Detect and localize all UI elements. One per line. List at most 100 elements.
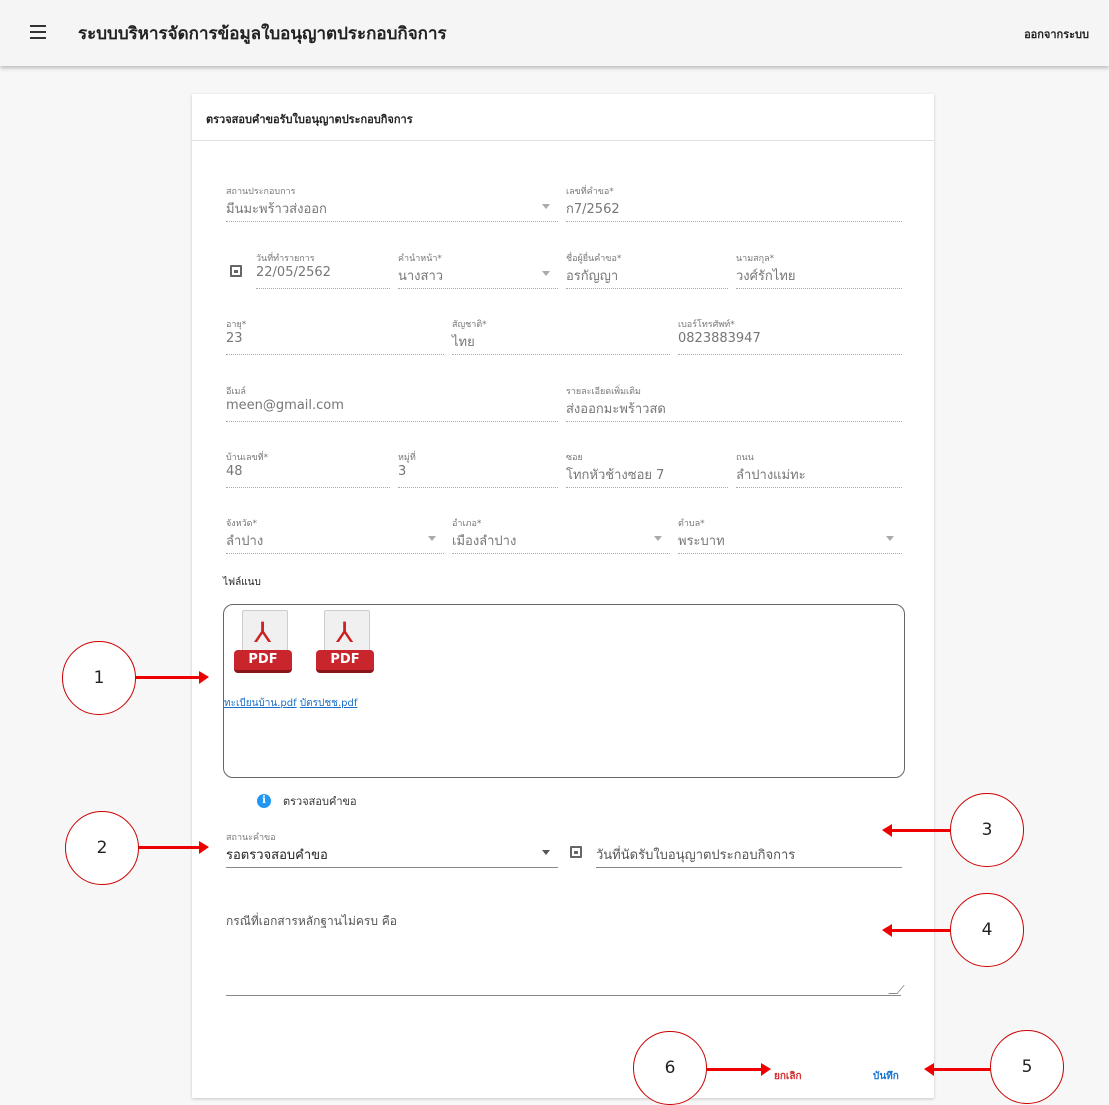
request-no-field[interactable]: เลขที่คำขอ* ก7/2562 bbox=[566, 184, 902, 224]
house-no-label: บ้านเลขที่* bbox=[226, 453, 269, 463]
card-title: ตรวจสอบคำขอรับใบอนุญาตประกอบกิจการ bbox=[206, 113, 413, 126]
appointment-date-field[interactable]: วันที่นัดรับใบอนุญาตประกอบกิจการ bbox=[596, 830, 902, 870]
calendar-icon[interactable] bbox=[570, 846, 582, 858]
calendar-icon[interactable] bbox=[230, 265, 242, 277]
status-select[interactable]: สถานะคำขอ รอตรวจสอบคำขอ bbox=[226, 830, 558, 870]
district-value: เมืองลำปาง bbox=[452, 534, 517, 549]
cancel-button[interactable]: ยกเลิก bbox=[774, 1069, 802, 1084]
email-label: อีเมล์ bbox=[226, 387, 246, 397]
prefix-value: นางสาว bbox=[398, 269, 444, 284]
app-title: ระบบบริหารจัดการข้อมูลใบอนุญาตประกอบกิจก… bbox=[78, 24, 447, 44]
nationality-value: ไทย bbox=[452, 335, 475, 350]
age-value: 23 bbox=[226, 331, 243, 346]
review-heading: i ตรวจสอบคำขอ bbox=[257, 792, 357, 810]
status-label: สถานะคำขอ bbox=[226, 833, 276, 843]
business-value: มีนมะพร้าวส่งออก bbox=[226, 202, 327, 217]
arrow-left-icon bbox=[924, 1063, 990, 1076]
save-button[interactable]: บันทึก bbox=[873, 1069, 899, 1084]
pdf-file-icon[interactable]: ⅄ PDF bbox=[316, 610, 378, 673]
request-no-label: เลขที่คำขอ* bbox=[566, 187, 614, 197]
subdistrict-value: พระบาท bbox=[678, 534, 725, 549]
attachments-label: ไฟล์แนบ bbox=[223, 577, 261, 588]
callout-6: 6 bbox=[633, 1031, 707, 1105]
chevron-down-icon bbox=[542, 204, 550, 209]
business-select[interactable]: สถานประกอบการ มีนมะพร้าวส่งออก bbox=[226, 184, 558, 224]
arrow-right-icon bbox=[707, 1063, 771, 1076]
last-name-field[interactable]: นามสกุล* วงศ์รักไทย bbox=[736, 251, 902, 291]
callout-4: 4 bbox=[950, 893, 1024, 967]
arrow-right-icon bbox=[136, 671, 209, 684]
last-name-value: วงศ์รักไทย bbox=[736, 269, 796, 284]
details-value: ส่งออกมะพร้าวสด bbox=[566, 402, 666, 417]
subdistrict-select[interactable]: ตำบล* พระบาท bbox=[678, 516, 902, 556]
details-field[interactable]: รายละเอียดเพิ่มเติม ส่งออกมะพร้าวสด bbox=[566, 384, 902, 424]
road-value: ลำปางแม่ทะ bbox=[736, 468, 806, 483]
province-value: ลำปาง bbox=[226, 534, 264, 549]
arrow-left-icon bbox=[882, 824, 950, 837]
chevron-down-icon bbox=[542, 271, 550, 276]
chevron-down-icon bbox=[428, 536, 436, 541]
review-heading-text: ตรวจสอบคำขอ bbox=[283, 795, 357, 808]
phone-field[interactable]: เบอร์โทรศัพท์* 0823883947 bbox=[678, 317, 902, 357]
soi-value: โทกหัวช้างซอย 7 bbox=[566, 468, 665, 483]
subdistrict-label: ตำบล* bbox=[678, 519, 705, 529]
district-label: อำเภอ* bbox=[452, 519, 482, 529]
callout-2: 2 bbox=[65, 811, 139, 885]
request-no-value: ก7/2562 bbox=[566, 202, 620, 217]
age-field[interactable]: อายุ* 23 bbox=[226, 317, 444, 357]
date-label: วันที่ทำรายการ bbox=[256, 254, 315, 264]
callout-1: 1 bbox=[62, 641, 136, 715]
details-label: รายละเอียดเพิ่มเติม bbox=[566, 387, 641, 397]
age-label: อายุ* bbox=[226, 320, 247, 330]
province-select[interactable]: จังหวัด* ลำปาง bbox=[226, 516, 444, 556]
business-label: สถานประกอบการ bbox=[226, 187, 296, 197]
phone-label: เบอร์โทรศัพท์* bbox=[678, 320, 735, 330]
soi-field[interactable]: ซอย โทกหัวช้างซอย 7 bbox=[566, 450, 728, 490]
incomplete-documents-textarea[interactable]: กรณีที่เอกสารหลักฐานไม่ครบ คือ bbox=[226, 904, 905, 996]
textarea-placeholder: กรณีที่เอกสารหลักฐานไม่ครบ คือ bbox=[226, 914, 398, 928]
date-field[interactable]: วันที่ทำรายการ 22/05/2562 bbox=[256, 251, 390, 291]
file-links: ทะเบียนบ้าน.pdf บัตรปชช.pdf bbox=[224, 696, 357, 711]
email-value: meen@gmail.com bbox=[226, 398, 344, 413]
hamburger-menu-icon[interactable] bbox=[30, 25, 46, 39]
road-field[interactable]: ถนน ลำปางแม่ทะ bbox=[736, 450, 902, 490]
pdf-file-icon[interactable]: ⅄ PDF bbox=[234, 610, 296, 673]
prefix-label: คำนำหน้า* bbox=[398, 254, 442, 264]
moo-field[interactable]: หมู่ที่ 3 bbox=[398, 450, 558, 490]
date-value: 22/05/2562 bbox=[256, 265, 331, 280]
email-field[interactable]: อีเมล์ meen@gmail.com bbox=[226, 384, 558, 424]
chevron-down-icon bbox=[654, 536, 662, 541]
file-link-id-card[interactable]: บัตรปชช.pdf bbox=[300, 698, 358, 709]
callout-3: 3 bbox=[950, 793, 1024, 867]
first-name-label: ชื่อผู้ยื่นคำขอ* bbox=[566, 254, 622, 264]
first-name-value: อรกัญญา bbox=[566, 269, 619, 284]
logout-button[interactable]: ออกจากระบบ bbox=[1024, 25, 1089, 43]
arrow-left-icon bbox=[882, 924, 950, 937]
request-review-card: ตรวจสอบคำขอรับใบอนุญาตประกอบกิจการ สถานป… bbox=[192, 94, 934, 1098]
file-link-house-registration[interactable]: ทะเบียนบ้าน.pdf bbox=[224, 698, 297, 709]
arrow-right-icon bbox=[139, 841, 209, 854]
status-value: รอตรวจสอบคำขอ bbox=[226, 848, 328, 863]
divider bbox=[192, 140, 934, 141]
prefix-select[interactable]: คำนำหน้า* นางสาว bbox=[398, 251, 558, 291]
appointment-placeholder: วันที่นัดรับใบอนุญาตประกอบกิจการ bbox=[596, 848, 796, 863]
app-bar: ระบบบริหารจัดการข้อมูลใบอนุญาตประกอบกิจก… bbox=[0, 0, 1109, 66]
district-select[interactable]: อำเภอ* เมืองลำปาง bbox=[452, 516, 670, 556]
province-label: จังหวัด* bbox=[226, 519, 257, 529]
moo-value: 3 bbox=[398, 464, 407, 479]
callout-5: 5 bbox=[990, 1030, 1064, 1104]
last-name-label: นามสกุล* bbox=[736, 254, 775, 264]
house-no-value: 48 bbox=[226, 464, 243, 479]
first-name-field[interactable]: ชื่อผู้ยื่นคำขอ* อรกัญญา bbox=[566, 251, 728, 291]
moo-label: หมู่ที่ bbox=[398, 453, 416, 463]
info-icon: i bbox=[257, 794, 271, 808]
house-no-field[interactable]: บ้านเลขที่* 48 bbox=[226, 450, 390, 490]
chevron-down-icon bbox=[542, 850, 550, 855]
attachments-box: ⅄ PDF ⅄ PDF ทะเบียนบ้าน.pdf บัตรปชช.pdf bbox=[223, 604, 905, 778]
phone-value: 0823883947 bbox=[678, 331, 761, 346]
chevron-down-icon bbox=[886, 536, 894, 541]
resize-handle-icon[interactable] bbox=[888, 985, 905, 994]
soi-label: ซอย bbox=[566, 453, 583, 463]
nationality-field[interactable]: สัญชาติ* ไทย bbox=[452, 317, 670, 357]
road-label: ถนน bbox=[736, 453, 754, 463]
